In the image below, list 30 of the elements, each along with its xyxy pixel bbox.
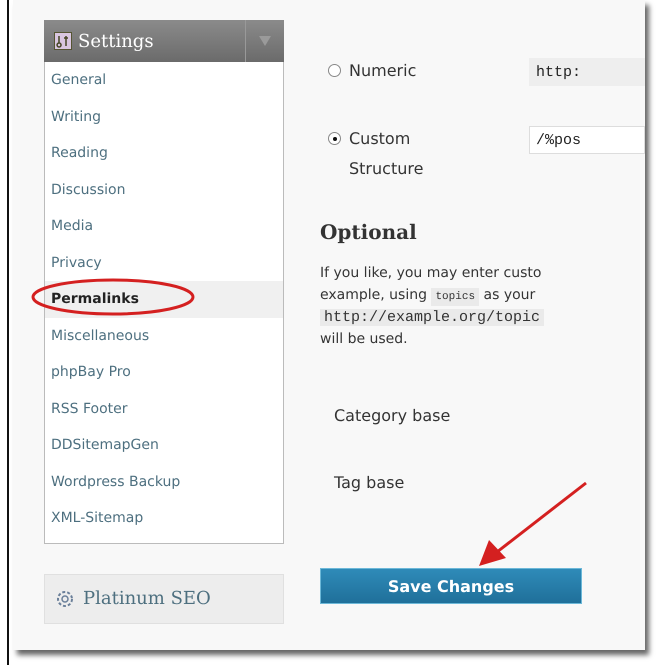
help-paragraph: If you like, you may enter custo example, using topics as your http://example.org/topic will be used. bbox=[320, 262, 645, 350]
menu-item[interactable]: General bbox=[45, 62, 283, 98]
menu-title: Settings bbox=[78, 30, 154, 52]
field-label: Tag base bbox=[334, 472, 406, 494]
gear-icon bbox=[55, 588, 75, 608]
settings-icon bbox=[54, 32, 72, 50]
option-label: Numeric bbox=[349, 60, 416, 82]
menu-item[interactable]: Reading bbox=[45, 135, 283, 172]
menu-item[interactable]: RSS Footer bbox=[45, 390, 283, 427]
menu-item[interactable]: Media bbox=[45, 208, 283, 244]
menu-item[interactable]: XML-Sitemap bbox=[45, 500, 283, 536]
menu-item[interactable]: Miscellaneous bbox=[45, 318, 283, 354]
radio-button[interactable] bbox=[328, 132, 341, 145]
structure-field[interactable]: /%pos bbox=[529, 126, 645, 154]
settings-header[interactable]: Settings bbox=[44, 20, 284, 62]
menu-item[interactable]: Discussion bbox=[45, 172, 283, 208]
section-heading: Optional bbox=[320, 220, 418, 244]
plugin-title: Platinum SEO bbox=[83, 588, 211, 609]
menu-item[interactable]: Privacy bbox=[45, 244, 283, 281]
menu-item[interactable]: phpBay Pro bbox=[45, 354, 283, 390]
save-button[interactable]: Save Changes bbox=[320, 568, 582, 604]
example-url: http: bbox=[529, 58, 645, 86]
menu-item[interactable]: DDSitemapGen bbox=[45, 427, 283, 464]
menu-item[interactable]: Wordpress Backup bbox=[45, 464, 283, 500]
option-label: Custom Structure bbox=[349, 128, 424, 180]
plugin-menu[interactable]: Platinum SEO bbox=[44, 574, 284, 624]
field-label: Category base bbox=[334, 405, 452, 427]
menu-item[interactable]: Writing bbox=[45, 98, 283, 135]
radio-button[interactable] bbox=[328, 64, 341, 77]
menu-item[interactable]: Permalinks bbox=[45, 281, 283, 318]
